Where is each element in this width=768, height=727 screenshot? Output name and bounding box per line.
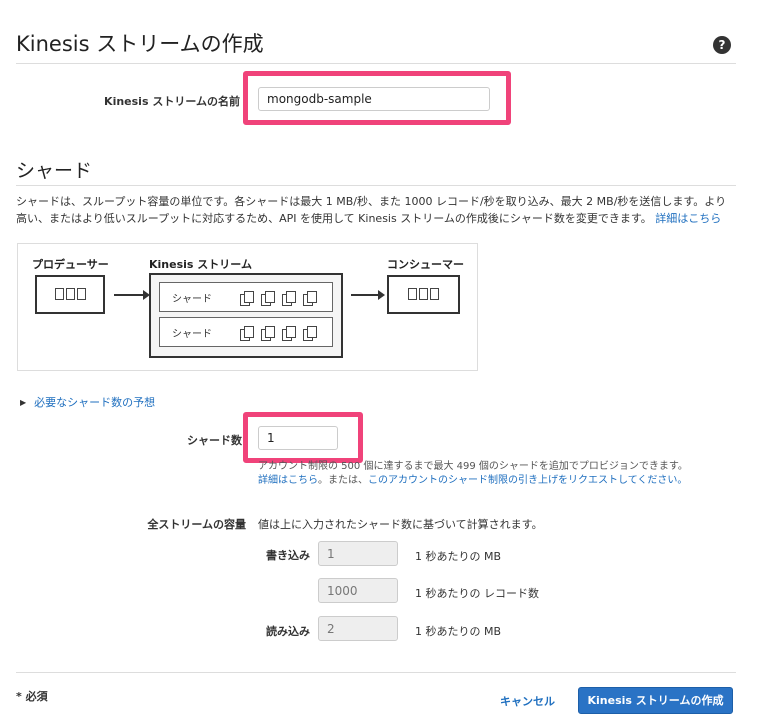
capacity-note: 値は上に入力されたシャード数に基づいて計算されます。: [258, 518, 543, 531]
documents-icon: [240, 325, 254, 341]
page-title: Kinesis ストリームの作成: [16, 32, 264, 56]
shard-limit-help: アカウント制限の 500 個に達するまで最大 499 個のシャードを追加でプロビ…: [258, 461, 688, 472]
stream-name-input[interactable]: mongodb-sample: [258, 87, 490, 111]
write-label: 書き込み: [266, 549, 310, 562]
read-mb-unit: 1 秒あたりの MB: [415, 625, 502, 638]
limit-increase-link[interactable]: このアカウントのシャード制限の引き上げをリクエストしてください。: [368, 475, 687, 486]
consumer-label: コンシューマー: [387, 258, 464, 271]
document-icon: [430, 288, 439, 300]
arrow-icon: [351, 290, 385, 300]
document-icon: [408, 288, 417, 300]
details-link[interactable]: 詳細はこちら: [258, 475, 318, 486]
read-label: 読み込み: [266, 625, 310, 638]
write-mb-unit: 1 秒あたりの MB: [415, 550, 502, 563]
stream-box: シャード シャード: [149, 273, 343, 358]
arrow-icon: [114, 290, 150, 300]
documents-icon: [303, 325, 317, 341]
write-records-unit: 1 秒あたりの レコード数: [415, 587, 539, 600]
stream-name-label: Kinesis ストリームの名前: [104, 95, 240, 108]
document-icon: [76, 288, 86, 300]
required-note: * 必須: [16, 690, 48, 703]
producer-box: [35, 275, 105, 314]
documents-icon: [261, 325, 275, 341]
document-icon: [419, 288, 428, 300]
shard-heading: シャード: [16, 160, 93, 182]
producer-label: プロデューサー: [32, 258, 109, 271]
shard-diagram: プロデューサー Kinesis ストリーム シャード シャード コンシューマー: [17, 243, 478, 371]
divider: [16, 185, 736, 186]
documents-icon: [282, 325, 296, 341]
create-stream-button[interactable]: Kinesis ストリームの作成: [578, 687, 733, 714]
documents-icon: [303, 290, 317, 306]
capacity-label: 全ストリームの容量: [147, 518, 246, 531]
cancel-button[interactable]: キャンセル: [500, 693, 555, 709]
document-icon: [54, 288, 64, 300]
documents-icon: [240, 290, 254, 306]
divider: [16, 63, 736, 64]
caret-right-icon: ▶: [20, 397, 27, 407]
documents-icon: [261, 290, 275, 306]
help-icon[interactable]: ?: [713, 36, 731, 54]
write-records-field: 1000: [318, 578, 398, 603]
shard-row: シャード: [159, 282, 333, 312]
documents-icon: [282, 290, 296, 306]
estimate-toggle[interactable]: ▶ 必要なシャード数の予想: [20, 394, 155, 410]
shard-count-input[interactable]: 1: [258, 426, 338, 450]
divider: [16, 672, 736, 673]
shard-count-label: シャード数: [187, 434, 242, 447]
details-link[interactable]: 詳細はこちら: [655, 212, 721, 225]
write-mb-field: 1: [318, 541, 398, 566]
stream-label: Kinesis ストリーム: [149, 258, 252, 271]
shard-description: シャードは、スループット容量の単位です。各シャードは最大 1 MB/秒、また 1…: [16, 195, 727, 225]
shard-row: シャード: [159, 317, 333, 347]
read-mb-field: 2: [318, 616, 398, 641]
document-icon: [65, 288, 75, 300]
consumer-box: [387, 275, 460, 314]
